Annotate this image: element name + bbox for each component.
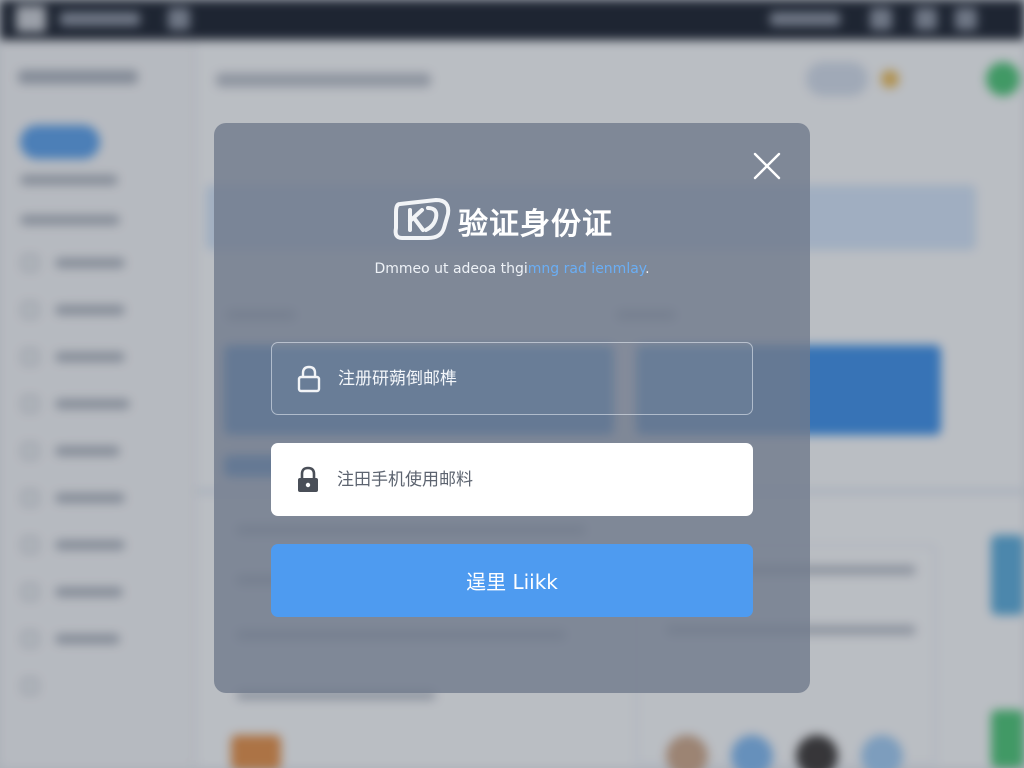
- modal-subtitle: Dmmeo ut adeoa thgimng rad ienmlay.: [214, 261, 810, 277]
- modal-title: 验证身份证: [458, 207, 613, 242]
- subtitle-end: .: [645, 261, 650, 277]
- account-input[interactable]: [338, 368, 718, 389]
- phone-field[interactable]: [271, 443, 753, 516]
- close-icon[interactable]: [749, 148, 785, 184]
- lock-icon: [296, 364, 322, 394]
- logo-icon: [392, 196, 454, 242]
- subtitle-link[interactable]: mng rad ienmlay: [528, 261, 645, 277]
- submit-button[interactable]: 逞里 Liikk: [271, 544, 753, 617]
- lock-icon: [295, 465, 321, 495]
- account-field[interactable]: [271, 342, 753, 415]
- phone-input[interactable]: [337, 469, 717, 490]
- subtitle-text: Dmmeo ut adeoa thgi: [374, 261, 528, 277]
- verify-identity-modal: 验证身份证 Dmmeo ut adeoa thgimng rad ienmlay…: [214, 123, 810, 693]
